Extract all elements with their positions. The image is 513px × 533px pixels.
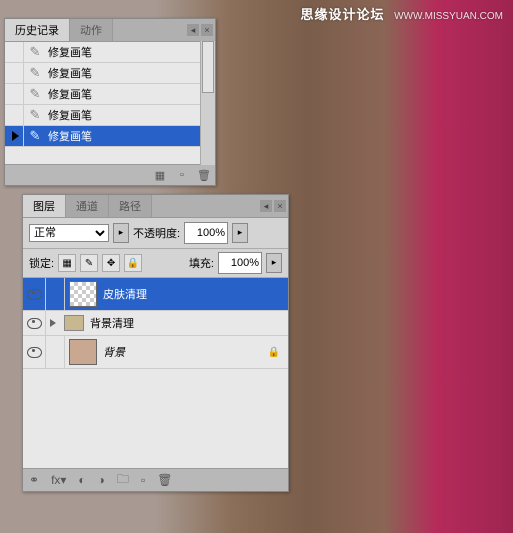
layer-row[interactable]: 背景 🔒 [23, 336, 288, 369]
history-item[interactable]: ✎ 修复画笔 [5, 63, 215, 84]
history-panel: 历史记录 动作 ◂ × ✎ 修复画笔 ✎ 修复画笔 ✎ 修复画笔 ✎ 修复画笔 … [4, 18, 216, 186]
fill-input[interactable] [218, 252, 262, 274]
tab-history[interactable]: 历史记录 [5, 19, 70, 41]
layer-style-icon[interactable]: fx▾ [51, 473, 66, 487]
tab-actions[interactable]: 动作 [70, 19, 113, 41]
eye-icon [27, 347, 42, 358]
visibility-toggle[interactable] [23, 278, 46, 310]
layer-group-row[interactable]: 背景清理 [23, 311, 288, 336]
tab-layers[interactable]: 图层 [23, 195, 66, 217]
layer-thumbnail[interactable] [69, 281, 97, 307]
minimize-panel-icon[interactable]: ◂ [187, 24, 199, 36]
lock-icon: 🔒 [268, 347, 280, 358]
layer-name[interactable]: 皮肤清理 [101, 286, 288, 302]
opacity-label: 不透明度: [133, 225, 180, 241]
layers-panel: 图层 通道 路径 ◂ × 正常 ▸ 不透明度: ▸ 锁定: ▦ ✎ ✥ 🔒 填充… [22, 194, 289, 492]
lock-position-icon[interactable]: ✥ [102, 254, 120, 272]
history-panel-header: 历史记录 动作 ◂ × [5, 19, 215, 42]
link-layers-icon[interactable]: ⚭ [29, 473, 39, 487]
history-item[interactable]: ✎ 修复画笔 [5, 105, 215, 126]
folder-icon [64, 315, 84, 331]
healing-brush-icon: ✎ [24, 128, 46, 144]
watermark: 思缘设计论坛 WWW.MISSYUAN.COM [300, 4, 503, 23]
fill-flyout-icon[interactable]: ▸ [266, 253, 282, 273]
healing-brush-icon: ✎ [24, 65, 46, 81]
tab-paths[interactable]: 路径 [109, 195, 152, 217]
adjustment-layer-icon[interactable]: ◑ [98, 473, 105, 487]
new-group-icon[interactable]: 🗀 [117, 470, 129, 491]
new-document-icon[interactable]: ▫ [175, 168, 189, 182]
fill-label: 填充: [189, 255, 214, 271]
lock-all-icon[interactable]: 🔒 [124, 254, 142, 272]
history-item[interactable]: ✎ 修复画笔 [5, 84, 215, 105]
layers-panel-header: 图层 通道 路径 ◂ × [23, 195, 288, 218]
layer-mask-icon[interactable]: ◐ [78, 473, 85, 487]
watermark-cn: 思缘设计论坛 [300, 7, 384, 22]
delete-layer-icon[interactable]: 🗑 [157, 473, 172, 487]
layers-footer: ⚭ fx▾ ◐ ◑ 🗀 ▫ 🗑 [23, 468, 288, 491]
visibility-toggle[interactable] [23, 336, 46, 368]
history-footer: ▦ ▫ 🗑 [5, 164, 215, 185]
eye-icon [27, 289, 42, 300]
visibility-toggle[interactable] [23, 311, 46, 335]
opacity-input[interactable] [184, 222, 228, 244]
expand-group-icon[interactable] [50, 319, 56, 327]
lock-pixels-icon[interactable]: ✎ [80, 254, 98, 272]
history-pointer-icon [12, 131, 19, 141]
history-item-selected[interactable]: ✎ 修复画笔 ▭ [5, 126, 215, 147]
layer-name[interactable]: 背景 [101, 344, 268, 360]
layer-group-name[interactable]: 背景清理 [88, 315, 288, 331]
scrollbar-thumb[interactable] [202, 41, 214, 93]
healing-brush-icon: ✎ [24, 107, 46, 123]
layers-list: 皮肤清理 背景清理 背景 🔒 [23, 278, 288, 468]
new-snapshot-icon[interactable]: ▦ [153, 168, 167, 182]
watermark-url: WWW.MISSYUAN.COM [394, 11, 503, 22]
close-panel-icon[interactable]: × [201, 24, 213, 36]
healing-brush-icon: ✎ [24, 44, 46, 60]
new-layer-icon[interactable]: ▫ [141, 473, 145, 487]
close-panel-icon[interactable]: × [274, 200, 286, 212]
history-list: ✎ 修复画笔 ✎ 修复画笔 ✎ 修复画笔 ✎ 修复画笔 ✎ 修复画笔 ▭ [5, 42, 215, 164]
layer-row-selected[interactable]: 皮肤清理 [23, 278, 288, 311]
tab-channels[interactable]: 通道 [66, 195, 109, 217]
eye-icon [27, 318, 42, 329]
history-item[interactable]: ✎ 修复画笔 [5, 42, 215, 63]
lock-label: 锁定: [29, 255, 54, 271]
lock-transparent-icon[interactable]: ▦ [58, 254, 76, 272]
healing-brush-icon: ✎ [24, 86, 46, 102]
blend-mode-dropdown-icon[interactable]: ▸ [113, 223, 129, 243]
layers-lock-row: 锁定: ▦ ✎ ✥ 🔒 填充: ▸ [23, 249, 288, 278]
opacity-flyout-icon[interactable]: ▸ [232, 223, 248, 243]
trash-icon[interactable]: 🗑 [197, 168, 211, 182]
history-scrollbar[interactable] [200, 41, 215, 165]
blend-mode-select[interactable]: 正常 [29, 224, 109, 242]
layer-thumbnail[interactable] [69, 339, 97, 365]
layers-blend-row: 正常 ▸ 不透明度: ▸ [23, 218, 288, 249]
minimize-panel-icon[interactable]: ◂ [260, 200, 272, 212]
